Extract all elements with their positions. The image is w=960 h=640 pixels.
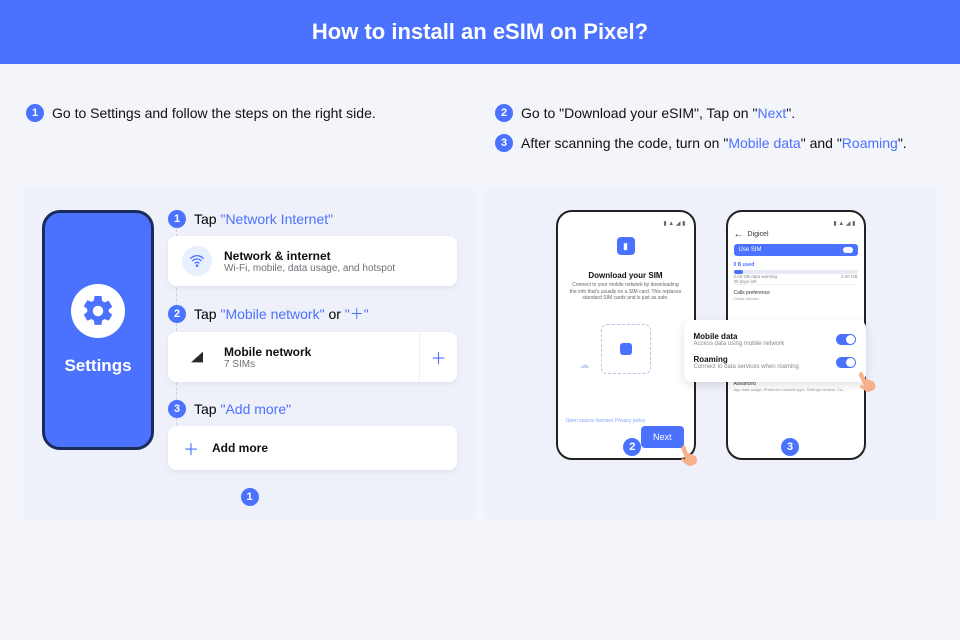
status-bar-icons: ▮ ▲ ◢ ▮ <box>564 220 688 227</box>
card-add-more: ＋ Add more <box>168 426 457 470</box>
step-number-1: 1 <box>26 104 44 122</box>
substep-1: 1 Tap "Network Internet" Network & inter… <box>168 210 457 286</box>
legal-links: Open source licenses Privacy policy <box>566 418 646 424</box>
use-sim-toggle: Use SIM <box>734 244 858 256</box>
link-mobile-data: Mobile data <box>728 135 800 151</box>
step-number-3: 3 <box>495 134 513 152</box>
settings-label: Settings <box>64 356 131 376</box>
substep-2: 2 Tap "Mobile network" or "＋" Mobile net… <box>168 304 457 382</box>
substep-3: 3 Tap "Add more" ＋ Add more <box>168 400 457 470</box>
sim-page-header: ←Digicel <box>734 227 858 244</box>
instruction-3: 3 After scanning the code, turn on "Mobi… <box>495 134 934 152</box>
substep-number-1: 1 <box>168 210 186 228</box>
download-sim-title: Download your SIM <box>564 271 688 280</box>
sim-icon: ▮ <box>617 237 635 255</box>
step-number-2: 2 <box>495 104 513 122</box>
gear-icon <box>71 284 125 338</box>
signal-icon <box>182 342 212 372</box>
link-next: Next <box>757 105 786 121</box>
link-roaming: Roaming <box>842 135 898 151</box>
usage-bar <box>734 270 858 274</box>
instruction-3-text: After scanning the code, turn on "Mobile… <box>521 135 907 151</box>
cloud-icon: ☁ <box>580 360 590 371</box>
sim-dot-icon <box>620 343 632 355</box>
status-bar-icons: ▮ ▲ ◢ ▮ <box>734 220 858 227</box>
scan-target <box>601 324 651 374</box>
card-mobile-network: Mobile network7 SIMs ＋ <box>168 332 457 382</box>
page-title: How to install an eSIM on Pixel? <box>0 0 960 64</box>
floating-toggles-card: Mobile dataAccess data using mobile netw… <box>684 320 866 382</box>
instruction-2: 2 Go to "Download your eSIM", Tap on "Ne… <box>495 104 934 122</box>
card-network-internet: Network & internetWi-Fi, mobile, data us… <box>168 236 457 286</box>
row-calls-preference: Calls preferenceChina Unicom <box>734 284 858 306</box>
instruction-2-text: Go to "Download your eSIM", Tap on "Next… <box>521 105 795 121</box>
wifi-icon <box>182 246 212 276</box>
panel-number-3: 3 <box>781 438 799 456</box>
substep-number-3: 3 <box>168 400 186 418</box>
plus-icon: ＋ <box>419 332 457 382</box>
panel-1: Settings 1 Tap "Network Internet" Networ… <box>24 188 475 520</box>
download-sim-desc: Connect to your mobile network by downlo… <box>564 280 688 302</box>
instructions-row: 1 Go to Settings and follow the steps on… <box>0 64 960 178</box>
toggle-on-icon <box>843 247 853 253</box>
instruction-1: 1 Go to Settings and follow the steps on… <box>26 104 465 122</box>
substep-number-2: 2 <box>168 305 186 323</box>
panels-row: Settings 1 Tap "Network Internet" Networ… <box>0 178 960 544</box>
back-icon: ← <box>734 229 744 240</box>
toggle-row-mobile-data: Mobile dataAccess data using mobile netw… <box>694 328 856 351</box>
phone-sim-settings: ▮ ▲ ◢ ▮ ←Digicel Use SIM 0 B used 2.00 G… <box>726 210 866 460</box>
data-usage: 0 B used 2.00 GB data warning2.00 GB 30 … <box>734 262 858 284</box>
switch-on-icon[interactable] <box>836 357 856 368</box>
substeps: 1 Tap "Network Internet" Network & inter… <box>168 210 457 470</box>
plus-icon: ＋ <box>182 436 200 460</box>
instruction-1-text: Go to Settings and follow the steps on t… <box>52 105 376 121</box>
panel-number-1: 1 <box>241 488 259 506</box>
panel-2-3: ▮ ▲ ◢ ▮ ▮ Download your SIM Connect to y… <box>485 188 936 520</box>
phone-download-sim: ▮ ▲ ◢ ▮ ▮ Download your SIM Connect to y… <box>556 210 696 460</box>
settings-phone-illustration: Settings <box>42 210 154 450</box>
toggle-row-roaming: RoamingConnect to data services when roa… <box>694 351 856 374</box>
switch-on-icon[interactable] <box>836 334 856 345</box>
